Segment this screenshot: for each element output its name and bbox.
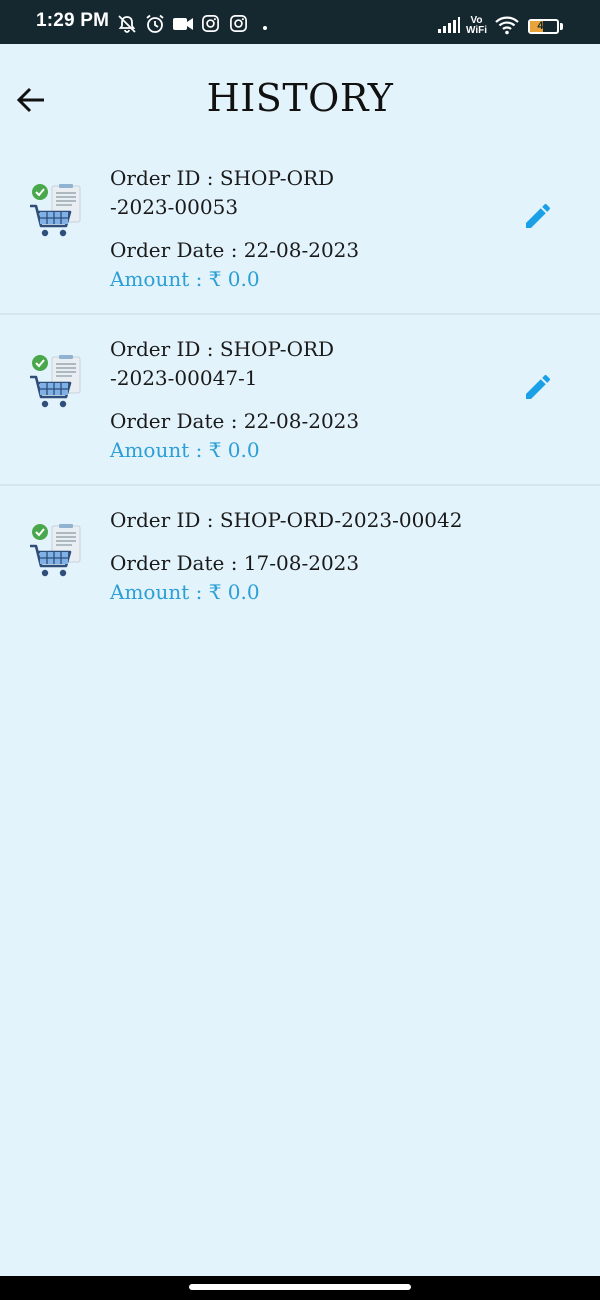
status-time: 1:29 PM bbox=[36, 10, 110, 31]
order-cart-icon bbox=[30, 355, 81, 408]
order-id: Order ID : SHOP-ORD-2023-00042 bbox=[110, 508, 463, 532]
instagram-icon bbox=[230, 15, 247, 32]
order-amount: Amount : ₹ 0.0 bbox=[110, 580, 260, 604]
order-item[interactable]: Order ID : SHOP-ORD-2023-00042 Order Dat… bbox=[0, 486, 600, 626]
order-item[interactable]: Order ID : SHOP-ORD-2023-00053 Order Dat… bbox=[0, 144, 600, 315]
alarm-icon bbox=[146, 14, 164, 33]
instagram-icon bbox=[202, 15, 219, 32]
page-title: HISTORY bbox=[206, 76, 394, 120]
battery-icon: 47 bbox=[528, 19, 559, 34]
wifi-icon bbox=[495, 16, 519, 35]
signal-icon bbox=[438, 17, 460, 33]
order-id: Order ID : SHOP-ORD-2023-00047-1 bbox=[110, 337, 335, 390]
pencil-icon bbox=[526, 374, 551, 399]
order-history-list: Order ID : SHOP-ORD-2023-00053 Order Dat… bbox=[0, 144, 600, 626]
order-amount: Amount : ₹ 0.0 bbox=[110, 438, 260, 462]
edit-order-button[interactable] bbox=[522, 371, 554, 403]
system-nav-bar bbox=[0, 1276, 600, 1300]
edit-order-button[interactable] bbox=[522, 200, 554, 232]
order-cart-icon bbox=[30, 524, 81, 577]
pencil-icon bbox=[526, 203, 551, 228]
order-date: Order Date : 22-08-2023 bbox=[110, 238, 360, 262]
home-indicator[interactable] bbox=[189, 1284, 411, 1290]
vowifi-label: Vo WiFi bbox=[466, 16, 487, 36]
order-id: Order ID : SHOP-ORD-2023-00053 bbox=[110, 166, 335, 219]
order-date: Order Date : 17-08-2023 bbox=[110, 551, 360, 575]
status-bar: 1:29 PM Vo WiFi 47 bbox=[0, 0, 600, 44]
video-icon bbox=[173, 18, 193, 30]
order-cart-icon bbox=[30, 184, 81, 237]
battery-cap bbox=[560, 23, 563, 30]
order-item[interactable]: Order ID : SHOP-ORD-2023-00047-1 Order D… bbox=[0, 315, 600, 486]
battery-level: 47 bbox=[537, 20, 550, 32]
bell-off-icon bbox=[118, 15, 136, 33]
order-amount: Amount : ₹ 0.0 bbox=[110, 267, 260, 291]
app-header: HISTORY bbox=[0, 44, 600, 144]
notification-dot bbox=[263, 26, 267, 30]
vowifi-line2: WiFi bbox=[466, 25, 488, 36]
order-date: Order Date : 22-08-2023 bbox=[110, 409, 360, 433]
